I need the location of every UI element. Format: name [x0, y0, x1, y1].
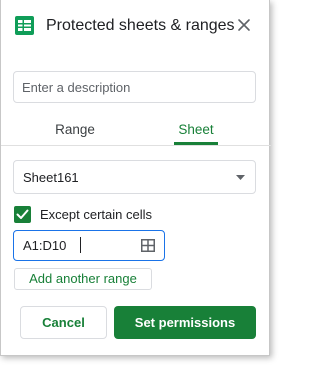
- panel-title: Protected sheets & ranges: [46, 17, 235, 34]
- sheets-icon: [15, 16, 34, 35]
- tab-sheet[interactable]: Sheet: [174, 120, 218, 144]
- set-permissions-button[interactable]: Set permissions: [114, 306, 256, 339]
- dropdown-arrow-icon: [236, 175, 245, 180]
- range-input-value: A1:D10: [23, 238, 67, 253]
- text-caret: [80, 237, 81, 253]
- grid-select-icon[interactable]: [141, 239, 155, 252]
- description-input[interactable]: [13, 71, 256, 103]
- cancel-button[interactable]: Cancel: [20, 306, 107, 339]
- range-input[interactable]: A1:D10: [13, 230, 165, 261]
- add-another-range-button[interactable]: Add another range: [14, 268, 152, 290]
- except-cells-label: Except certain cells: [40, 207, 152, 222]
- sheet-select-value: Sheet161: [23, 170, 79, 185]
- except-cells-checkbox[interactable]: [14, 206, 31, 223]
- protected-ranges-panel: Protected sheets & ranges Range Sheet Sh…: [0, 0, 271, 356]
- sheet-select[interactable]: Sheet161: [13, 160, 256, 194]
- tab-range[interactable]: Range: [45, 120, 105, 144]
- panel-header: Protected sheets & ranges: [1, 0, 271, 52]
- close-icon[interactable]: [237, 18, 251, 32]
- checkmark-icon: [16, 209, 29, 219]
- tab-divider: [1, 145, 271, 146]
